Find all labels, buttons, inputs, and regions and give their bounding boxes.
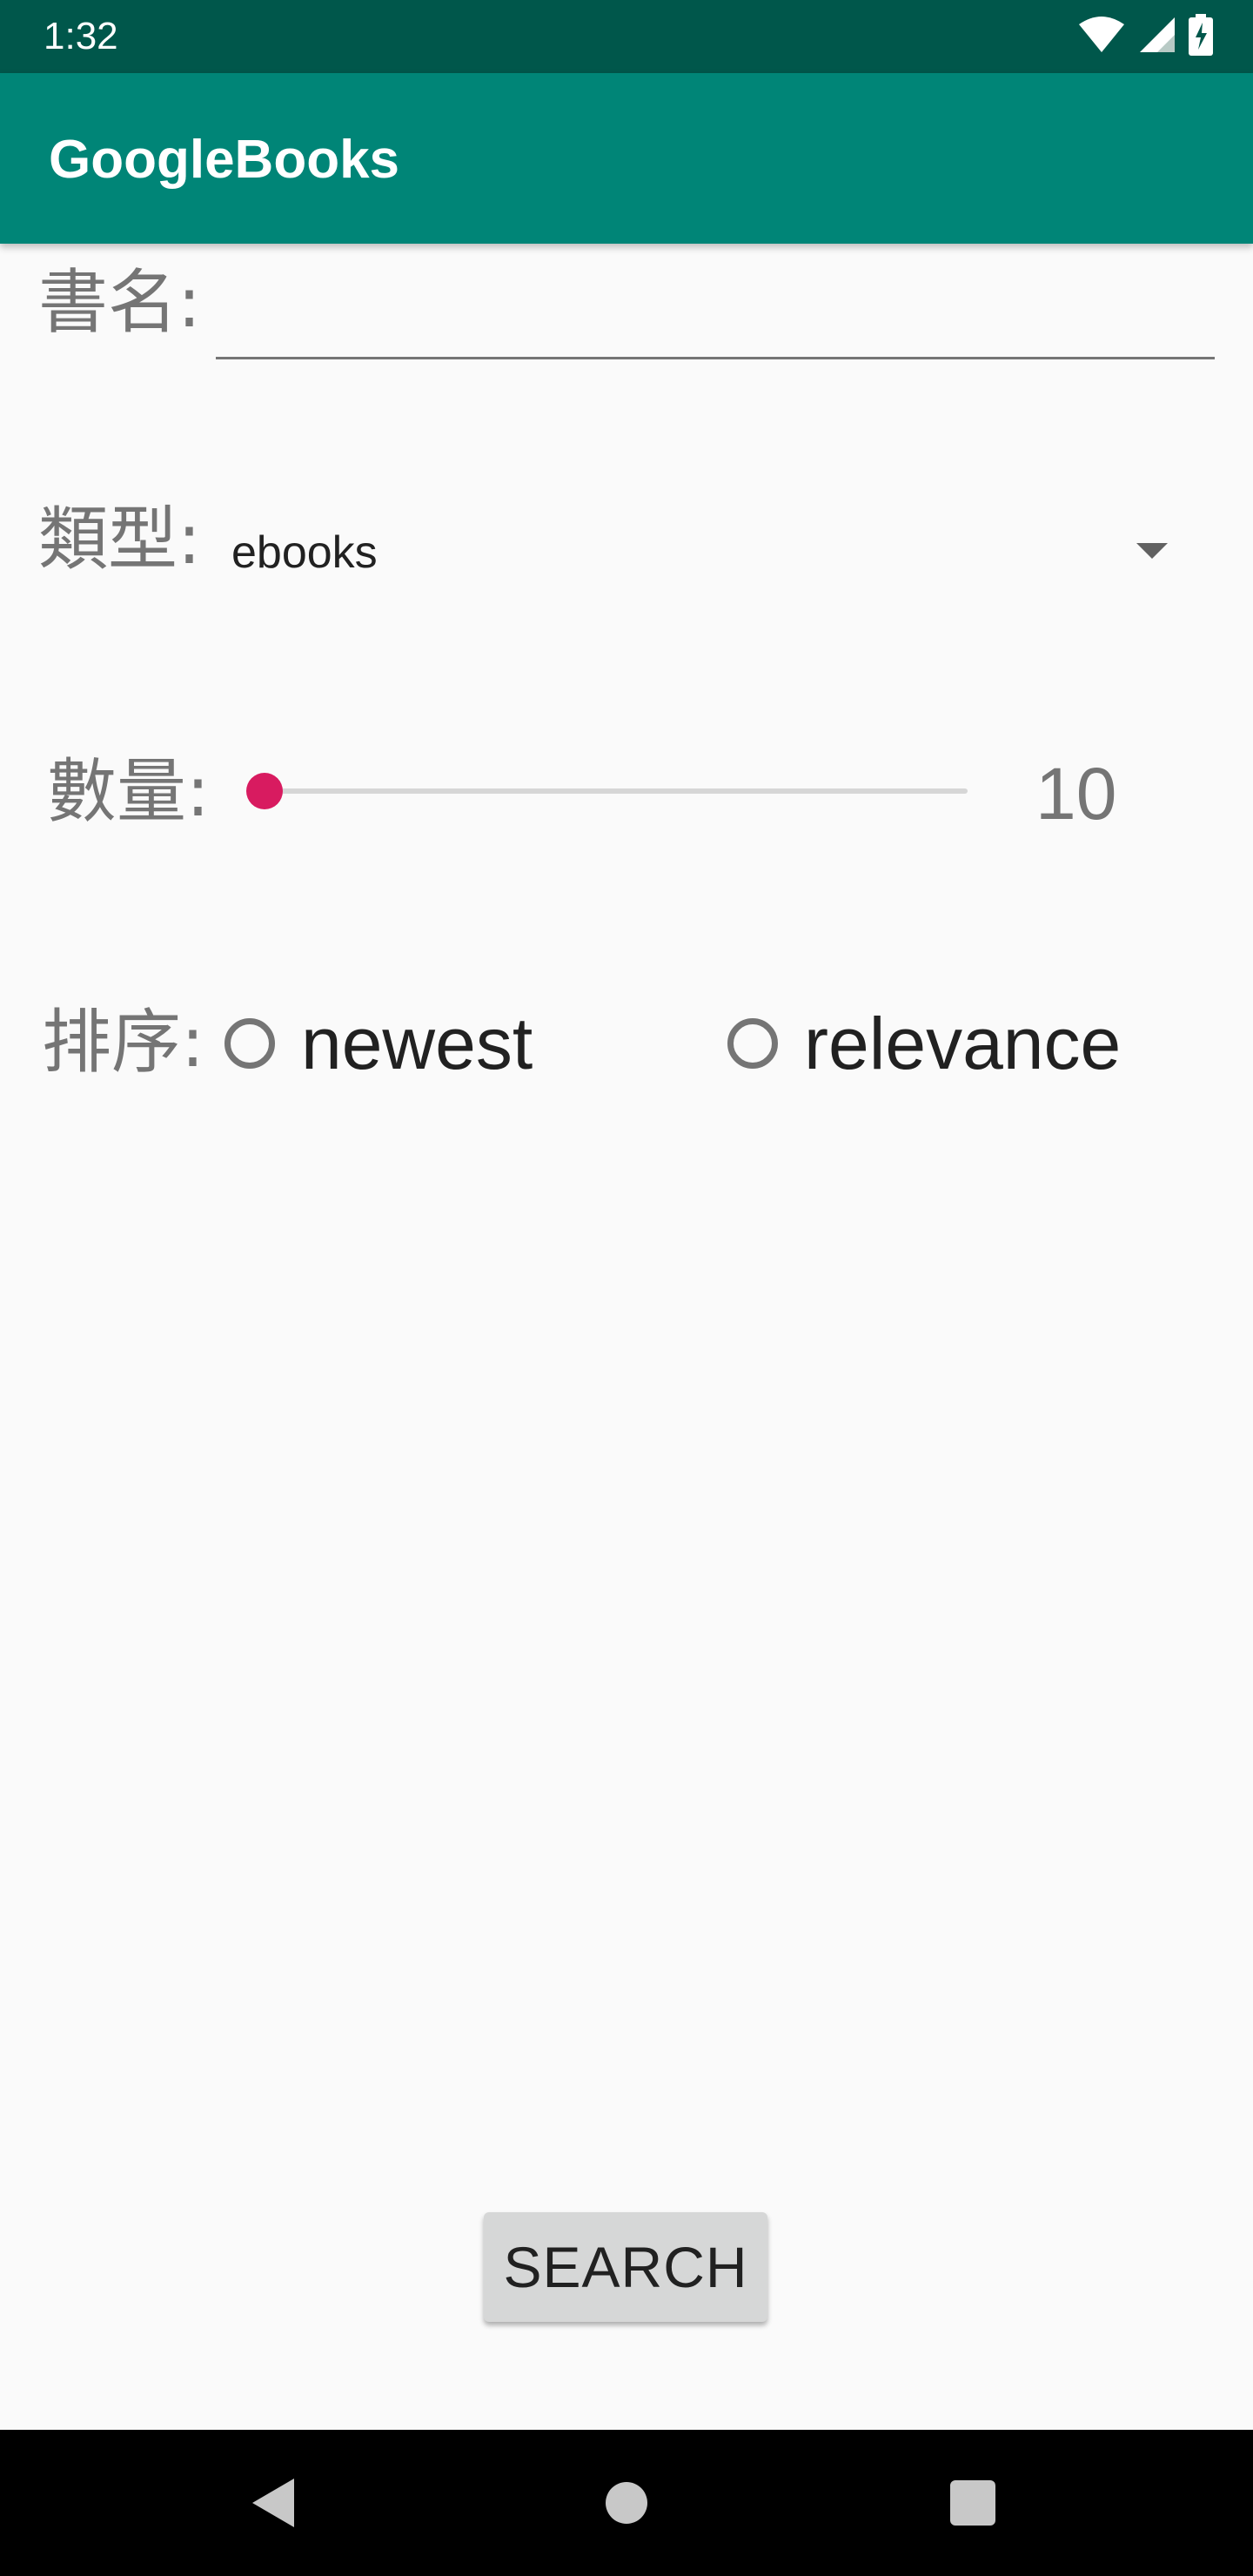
recents-icon[interactable] <box>950 2480 995 2526</box>
sort-option-label: relevance <box>804 1003 1122 1084</box>
count-label: 數量: <box>47 751 210 832</box>
slider-thumb[interactable] <box>246 773 283 809</box>
navigation-bar <box>0 2430 1253 2576</box>
home-icon[interactable] <box>606 2482 647 2524</box>
battery-charging-icon <box>1189 14 1213 59</box>
sort-option-label: newest <box>301 1003 533 1084</box>
status-time: 1:32 <box>44 15 118 57</box>
radio-circle-icon <box>727 1018 778 1069</box>
wifi-icon <box>1077 16 1126 57</box>
signal-icon <box>1138 16 1176 57</box>
dropdown-arrow-icon <box>1136 543 1168 559</box>
search-button[interactable]: SEARCH <box>484 2212 767 2322</box>
sort-label: 排序: <box>42 1002 204 1083</box>
count-slider[interactable] <box>240 757 988 827</box>
back-icon[interactable] <box>252 2479 294 2527</box>
status-bar: 1:32 <box>0 0 1253 73</box>
type-dropdown[interactable]: ebooks <box>218 513 1192 592</box>
type-label: 類型: <box>38 499 201 580</box>
count-value: 10 <box>1035 753 1117 835</box>
slider-track <box>261 788 968 794</box>
title-label: 書名: <box>38 262 201 343</box>
app-title: GoogleBooks <box>49 130 400 190</box>
sort-radio-newest[interactable]: newest <box>224 996 533 1091</box>
radio-circle-icon <box>224 1018 275 1069</box>
app-bar: GoogleBooks <box>0 73 1253 244</box>
title-input[interactable] <box>216 258 1215 359</box>
type-selected-value: ebooks <box>231 527 378 578</box>
status-icons <box>1077 14 1213 59</box>
sort-radio-relevance[interactable]: relevance <box>727 996 1121 1091</box>
